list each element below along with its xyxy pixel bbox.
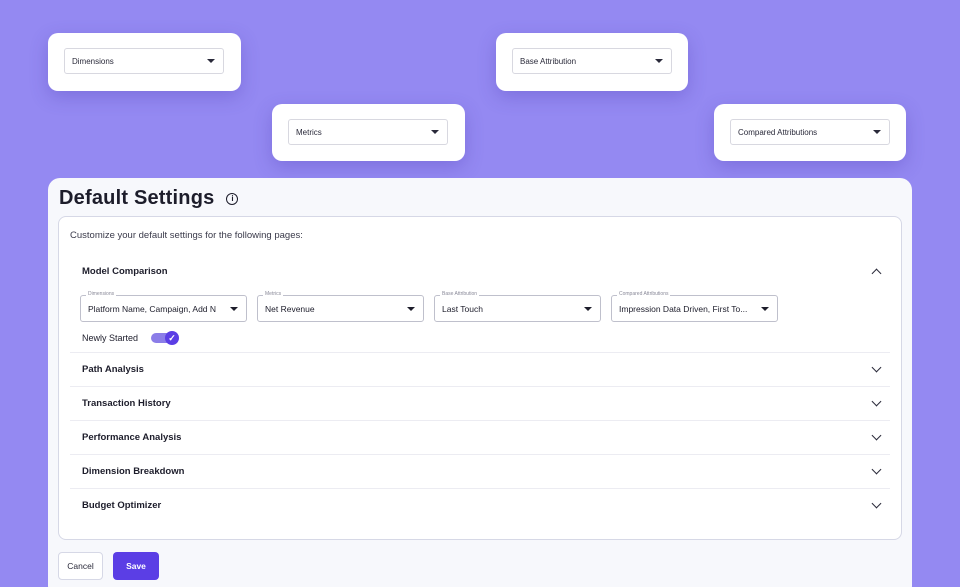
- compared-attributions-dropdown-label: Compared Attributions: [738, 127, 818, 137]
- dimensions-dropdown[interactable]: Dimensions: [64, 48, 224, 74]
- section-transaction-history: Transaction History: [70, 387, 890, 421]
- section-header-path-analysis[interactable]: Path Analysis: [70, 353, 890, 386]
- section-header-dimension-breakdown[interactable]: Dimension Breakdown: [70, 455, 890, 488]
- check-icon: ✓: [165, 331, 180, 345]
- metrics-card: Metrics: [272, 104, 465, 161]
- field-legend: Compared Attributions: [617, 291, 671, 297]
- section-header-budget-optimizer[interactable]: Budget Optimizer: [70, 489, 890, 522]
- caret-down-icon: [873, 130, 881, 134]
- field-value: Impression Data Driven, First To...: [619, 303, 748, 314]
- field-legend: Metrics: [263, 291, 284, 297]
- toggle-label: Newly Started: [82, 333, 139, 343]
- save-button[interactable]: Save: [113, 552, 159, 580]
- dimensions-card: Dimensions: [48, 33, 241, 91]
- caret-down-icon: [207, 59, 215, 63]
- metrics-dropdown-label: Metrics: [296, 127, 322, 137]
- section-performance-analysis: Performance Analysis: [70, 421, 890, 455]
- section-label: Model Comparison: [82, 266, 168, 277]
- chevron-down-icon[interactable]: [871, 498, 882, 509]
- section-label: Path Analysis: [82, 364, 144, 375]
- cancel-button[interactable]: Cancel: [58, 552, 103, 580]
- field-value: Platform Name, Campaign, Add N: [88, 303, 217, 314]
- field-value: Last Touch: [442, 303, 483, 314]
- section-path-analysis: Path Analysis: [70, 353, 890, 387]
- chevron-down-icon[interactable]: [871, 362, 882, 373]
- base-attribution-select[interactable]: Base Attribution Last Touch: [434, 291, 601, 322]
- compared-attributions-card: Compared Attributions: [714, 104, 906, 161]
- settings-accordion: Model Comparison Dimensions Platform Nam…: [70, 255, 890, 529]
- section-dimension-breakdown: Dimension Breakdown: [70, 455, 890, 489]
- action-buttons: Cancel Save: [58, 552, 159, 580]
- caret-down-icon: [761, 306, 769, 311]
- page-title: Default Settings: [59, 187, 215, 209]
- newly-started-row: Newly Started ✓: [80, 331, 880, 345]
- chevron-up-icon[interactable]: [871, 268, 882, 279]
- section-label: Transaction History: [82, 398, 171, 409]
- caret-down-icon: [584, 306, 592, 311]
- dimensions-select[interactable]: Dimensions Platform Name, Campaign, Add …: [80, 291, 247, 322]
- caret-down-icon: [407, 306, 415, 311]
- page-subtitle: Customize your default settings for the …: [70, 230, 303, 241]
- metrics-select[interactable]: Metrics Net Revenue: [257, 291, 424, 322]
- compared-attributions-dropdown[interactable]: Compared Attributions: [730, 119, 890, 145]
- info-icon[interactable]: i: [226, 192, 239, 205]
- section-header-performance-analysis[interactable]: Performance Analysis: [70, 421, 890, 454]
- field-legend: Dimensions: [86, 291, 117, 297]
- chevron-down-icon[interactable]: [871, 396, 882, 407]
- chevron-down-icon[interactable]: [871, 430, 882, 441]
- field-legend: Base Attribution: [440, 291, 480, 297]
- compared-attributions-select[interactable]: Compared Attributions Impression Data Dr…: [611, 291, 778, 322]
- section-body-model-comparison: Dimensions Platform Name, Campaign, Add …: [70, 288, 890, 352]
- metrics-dropdown[interactable]: Metrics: [288, 119, 448, 145]
- newly-started-toggle[interactable]: ✓: [151, 331, 180, 345]
- section-header-transaction-history[interactable]: Transaction History: [70, 387, 890, 420]
- field-value: Net Revenue: [265, 303, 315, 314]
- base-attribution-dropdown[interactable]: Base Attribution: [512, 48, 672, 74]
- chevron-down-icon[interactable]: [871, 464, 882, 475]
- caret-down-icon: [655, 59, 663, 63]
- dimensions-dropdown-label: Dimensions: [72, 56, 114, 66]
- caret-down-icon: [230, 306, 238, 311]
- section-label: Dimension Breakdown: [82, 466, 185, 477]
- base-attribution-dropdown-label: Base Attribution: [520, 56, 577, 66]
- section-header-model-comparison[interactable]: Model Comparison: [70, 255, 890, 288]
- caret-down-icon: [431, 130, 439, 134]
- section-budget-optimizer: Budget Optimizer: [70, 489, 890, 522]
- default-settings-panel: Default Settings i Customize your defaul…: [48, 178, 912, 587]
- page-header: Default Settings i: [59, 187, 239, 210]
- section-label: Performance Analysis: [82, 432, 182, 443]
- section-model-comparison: Model Comparison Dimensions Platform Nam…: [70, 255, 890, 353]
- base-attribution-card: Base Attribution: [496, 33, 688, 91]
- section-label: Budget Optimizer: [82, 500, 162, 511]
- settings-container: Customize your default settings for the …: [58, 216, 902, 540]
